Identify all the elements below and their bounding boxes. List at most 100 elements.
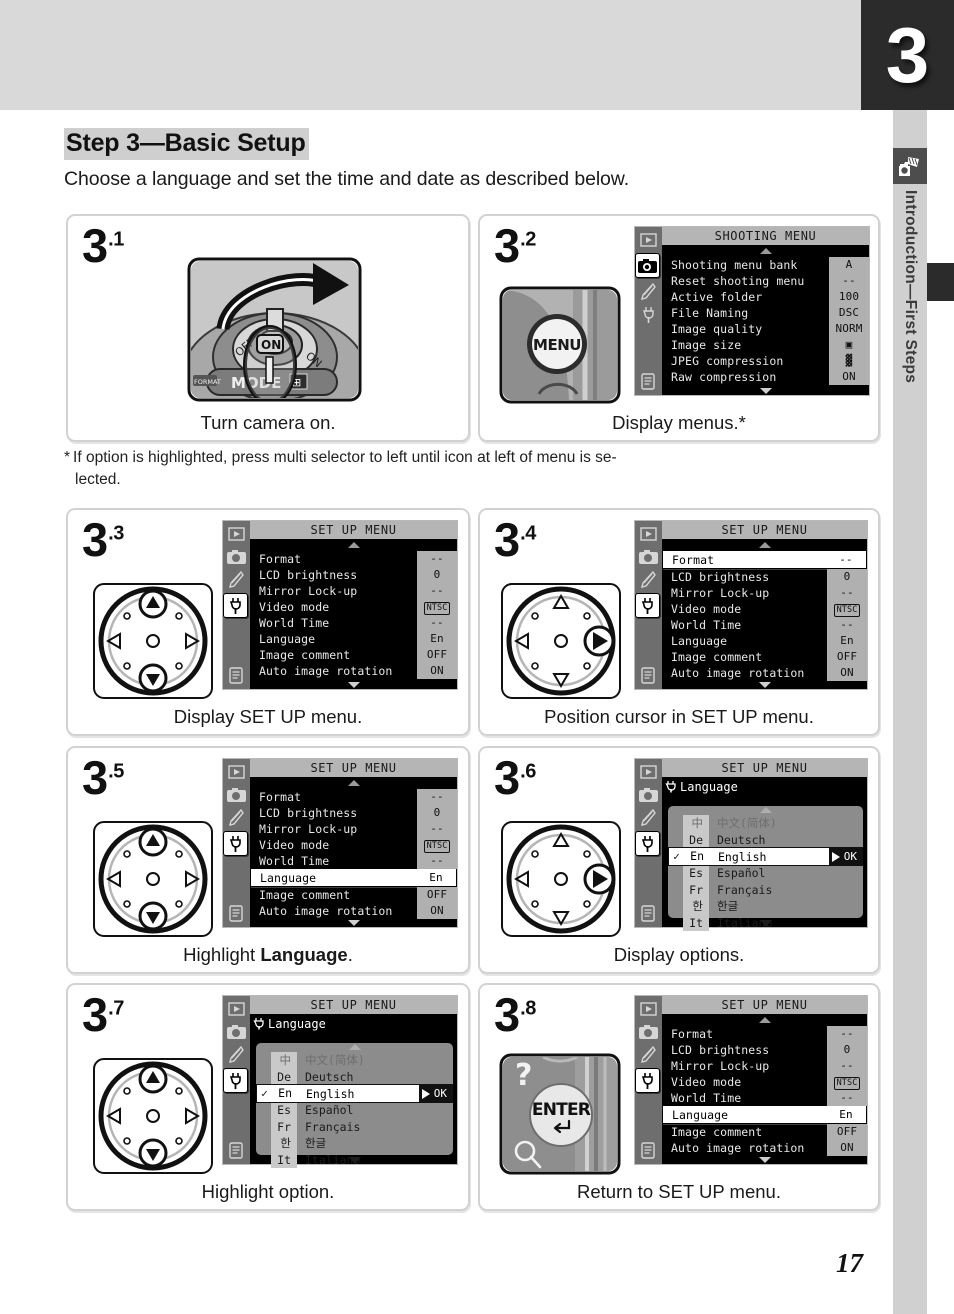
table-row[interactable]: JPEG compression ▓ (662, 353, 869, 369)
setup-wrench-icon[interactable] (223, 593, 248, 618)
list-item-selected[interactable]: ✓ En English OK (668, 847, 863, 866)
playback-icon[interactable] (638, 230, 659, 249)
table-row[interactable]: World Time -- (662, 617, 867, 633)
list-item[interactable]: De Deutsch (256, 1068, 453, 1085)
table-row[interactable]: Image comment OFF (662, 649, 867, 665)
ok-badge[interactable]: OK (418, 1085, 452, 1102)
row-label: Mirror Lock-up (259, 822, 358, 836)
playback-icon[interactable] (226, 524, 247, 543)
list-item[interactable]: 中中文(简体) (256, 1052, 453, 1069)
setup-wrench-icon[interactable] (635, 593, 660, 618)
table-row[interactable]: Auto image rotation ON (250, 663, 457, 679)
list-item[interactable]: 한 한글 (668, 898, 863, 915)
chapter-marker (927, 263, 954, 301)
custom-settings-pencil-icon[interactable] (638, 808, 659, 827)
recent-settings-icon[interactable] (226, 1141, 247, 1160)
language-options-screen-6: SET UP MENU Language 中中文(简体) De Deutsch ✓… (634, 758, 868, 931)
setup-wrench-icon[interactable] (635, 1068, 660, 1093)
shooting-menu-icon[interactable] (638, 547, 659, 566)
setup-wrench-icon[interactable] (223, 1068, 248, 1093)
step-number-3: 3.3 (82, 516, 124, 563)
table-row-highlighted[interactable]: Language En (250, 868, 457, 887)
table-row[interactable]: World Time -- (250, 615, 457, 631)
table-row[interactable]: World Time -- (662, 1090, 867, 1106)
custom-settings-pencil-icon[interactable] (226, 570, 247, 589)
custom-settings-pencil-icon[interactable] (226, 808, 247, 827)
table-row[interactable]: Video mode NTSC (250, 599, 457, 615)
shooting-menu-icon[interactable] (226, 1022, 247, 1041)
table-row[interactable]: Shooting menu bank A (662, 257, 869, 273)
table-row[interactable]: LCD brightness 0 (250, 805, 457, 821)
table-row-highlighted[interactable]: Language En (662, 1105, 867, 1124)
list-item[interactable]: Es Español (668, 865, 863, 882)
table-row[interactable]: Image comment OFF (662, 1124, 867, 1140)
row-label: File Naming (671, 306, 749, 320)
table-row[interactable]: Video mode NTSC (662, 1074, 867, 1090)
custom-settings-pencil-icon[interactable] (226, 1045, 247, 1064)
table-row[interactable]: Mirror Lock-up -- (662, 585, 867, 601)
recent-settings-icon[interactable] (638, 666, 659, 685)
table-row[interactable]: Mirror Lock-up -- (662, 1058, 867, 1074)
table-row-highlighted[interactable]: Format -- (662, 550, 867, 569)
language-option-list: 中中文(简体) De Deutsch ✓ En English OK Es Espa… (668, 806, 863, 931)
table-row[interactable]: Format -- (250, 789, 457, 805)
custom-settings-pencil-icon[interactable] (638, 1045, 659, 1064)
recent-settings-icon[interactable] (638, 372, 659, 391)
table-row[interactable]: Auto image rotation ON (250, 903, 457, 919)
step-panel-8: 3.8 ? ENTER SET UP MENU Format -- LCD br… (478, 983, 880, 1211)
shooting-menu-icon[interactable] (638, 785, 659, 804)
playback-icon[interactable] (638, 524, 659, 543)
recent-settings-icon[interactable] (226, 904, 247, 923)
table-row[interactable]: Mirror Lock-up -- (250, 821, 457, 837)
table-row[interactable]: Language En (662, 633, 867, 649)
ok-badge[interactable]: OK (828, 848, 862, 865)
language-breadcrumb: Language (662, 778, 867, 795)
table-row[interactable]: Video mode NTSC (250, 837, 457, 853)
table-row[interactable]: LCD brightness 0 (250, 567, 457, 583)
recent-settings-icon[interactable] (638, 904, 659, 923)
playback-icon[interactable] (226, 999, 247, 1018)
list-item[interactable]: 中中文(简体) (668, 815, 863, 832)
table-row[interactable]: LCD brightness 0 (662, 1042, 867, 1058)
step-caption-7: Highlight option. (201, 1181, 335, 1202)
recent-settings-icon[interactable] (638, 1141, 659, 1160)
setup-wrench-icon[interactable] (635, 831, 660, 856)
table-row[interactable]: Image comment OFF (250, 647, 457, 663)
setup-wrench-icon[interactable] (638, 305, 659, 324)
shooting-menu-icon[interactable] (226, 785, 247, 804)
table-row[interactable]: LCD brightness 0 (662, 569, 867, 585)
table-row[interactable]: World Time -- (250, 853, 457, 869)
table-row[interactable]: Raw compression ON (662, 369, 869, 385)
list-item[interactable]: De Deutsch (668, 831, 863, 848)
table-row[interactable]: Format -- (250, 551, 457, 567)
playback-icon[interactable] (226, 762, 247, 781)
setup-menu-rows: Format -- LCD brightness 0 Mirror Lock-up -… (250, 551, 457, 679)
list-item[interactable]: Fr Français (256, 1118, 453, 1135)
shooting-menu-icon[interactable] (635, 253, 660, 278)
table-row[interactable]: Image size ▣ (662, 337, 869, 353)
table-row[interactable]: Language En (250, 631, 457, 647)
option-name: Deutsch (717, 832, 766, 847)
list-item-selected[interactable]: ✓ En English OK (256, 1084, 453, 1103)
list-item[interactable]: 한 한글 (256, 1135, 453, 1152)
setup-wrench-icon[interactable] (223, 831, 248, 856)
shooting-menu-icon[interactable] (638, 1022, 659, 1041)
table-row[interactable]: Auto image rotation ON (662, 665, 867, 681)
playback-icon[interactable] (638, 999, 659, 1018)
shooting-menu-icon[interactable] (226, 547, 247, 566)
table-row[interactable]: Auto image rotation ON (662, 1140, 867, 1156)
custom-settings-pencil-icon[interactable] (638, 282, 659, 301)
table-row[interactable]: Active folder 100 (662, 289, 869, 305)
custom-settings-pencil-icon[interactable] (638, 570, 659, 589)
table-row[interactable]: Format -- (662, 1026, 867, 1042)
table-row[interactable]: Video mode NTSC (662, 601, 867, 617)
recent-settings-icon[interactable] (226, 666, 247, 685)
table-row[interactable]: Image comment OFF (250, 887, 457, 903)
list-item[interactable]: Fr Français (668, 881, 863, 898)
list-item[interactable]: Es Español (256, 1102, 453, 1119)
table-row[interactable]: File Naming DSC (662, 305, 869, 321)
table-row[interactable]: Mirror Lock-up -- (250, 583, 457, 599)
table-row[interactable]: Reset shooting menu -- (662, 273, 869, 289)
playback-icon[interactable] (638, 762, 659, 781)
table-row[interactable]: Image quality NORM (662, 321, 869, 337)
